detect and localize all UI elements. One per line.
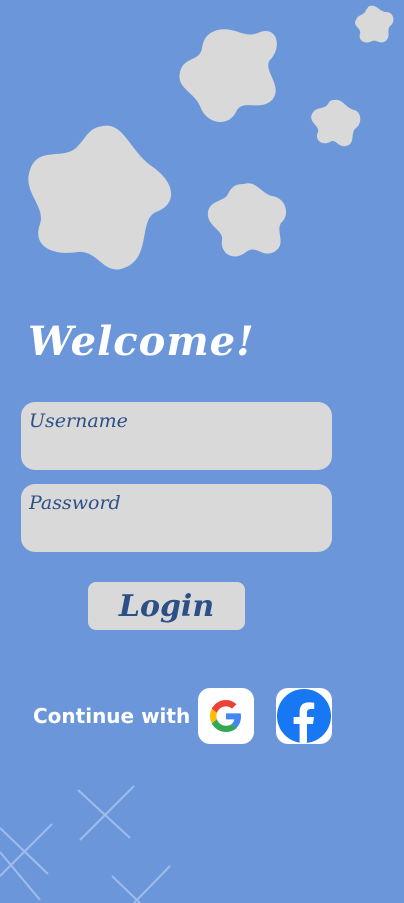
facebook-login-button[interactable] (276, 688, 332, 744)
google-login-button[interactable] (198, 688, 254, 744)
continue-with-text: Continue with (33, 704, 191, 728)
password-field[interactable]: Password (21, 484, 332, 552)
facebook-icon (277, 689, 331, 744)
blob-top (179, 29, 277, 123)
login-button[interactable]: Login (88, 582, 245, 630)
welcome-title: Welcome! (28, 318, 255, 365)
username-field[interactable]: Username (21, 402, 332, 470)
google-icon (210, 700, 241, 732)
blob-corner (355, 5, 394, 43)
login-button-label: Login (118, 588, 215, 624)
blob-small (311, 99, 361, 147)
username-label: Username (29, 410, 128, 432)
sparkles (0, 785, 171, 903)
password-label: Password (29, 492, 121, 514)
blob-large (28, 125, 172, 270)
blob-mid (207, 183, 287, 257)
